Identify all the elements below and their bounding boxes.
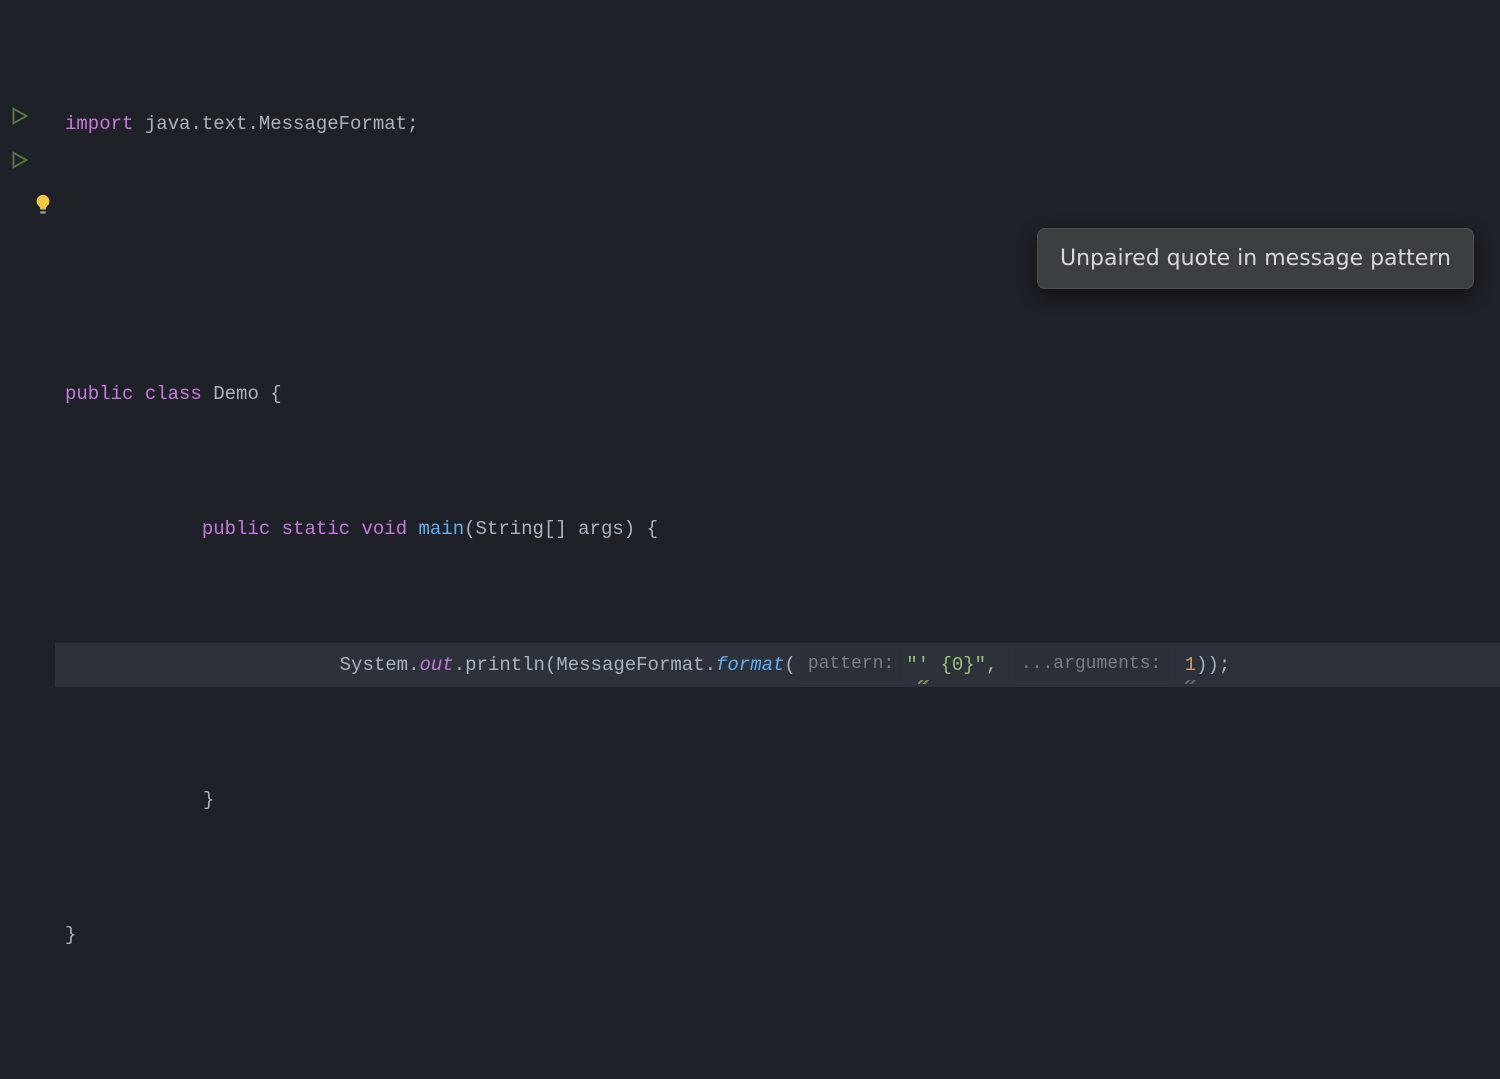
gutter-line-6 <box>0 231 55 275</box>
type-string: String <box>476 514 544 544</box>
inspection-tooltip[interactable]: Unpaired quote in message pattern <box>1037 228 1474 289</box>
field-out: out <box>419 650 453 680</box>
keyword-import: import <box>65 109 133 139</box>
run-icon[interactable] <box>8 149 30 181</box>
parameter-hint-arguments: ...arguments: <box>1013 648 1169 681</box>
string-literal-rest: {0}" <box>929 650 986 680</box>
code-line[interactable]: import java.text.MessageFormat; <box>55 102 1500 146</box>
gutter <box>0 0 55 600</box>
keyword-class: class <box>145 379 202 409</box>
class-messageformat: MessageFormat <box>556 650 704 680</box>
gutter-line-5[interactable] <box>0 187 55 231</box>
package-path: java.text.MessageFormat <box>133 109 407 139</box>
tooltip-text: Unpaired quote in message pattern <box>1060 246 1451 271</box>
gutter-line-4[interactable] <box>0 143 55 187</box>
gutter-line-1 <box>0 11 55 55</box>
semicolon: ; <box>407 109 418 139</box>
method-println: println <box>465 650 545 680</box>
gutter-line-2 <box>0 55 55 99</box>
keyword-static: static <box>282 514 350 544</box>
run-icon[interactable] <box>8 105 30 137</box>
code-line-active[interactable]: System.out.println(MessageFormat.format(… <box>55 643 1500 687</box>
brace-open: { <box>259 379 282 409</box>
code-line[interactable]: public class Demo { <box>55 373 1500 417</box>
parameter-hint-pattern: pattern: <box>800 648 902 681</box>
gutter-line-7 <box>0 275 55 319</box>
code-line[interactable]: } <box>55 913 1500 957</box>
code-line[interactable]: } <box>55 778 1500 822</box>
string-literal-unpaired-quote: ' <box>918 650 929 680</box>
keyword-public: public <box>202 514 270 544</box>
class-system: System <box>340 650 408 680</box>
method-main: main <box>419 514 465 544</box>
string-literal-open: " <box>906 650 917 680</box>
param-args: args <box>567 514 624 544</box>
code-editor[interactable]: import java.text.MessageFormat; public c… <box>0 0 1500 600</box>
brace-close: } <box>65 920 76 950</box>
lightbulb-icon[interactable] <box>32 193 54 225</box>
class-name: Demo <box>213 379 259 409</box>
gutter-line-3[interactable] <box>0 99 55 143</box>
method-format: format <box>716 650 784 680</box>
code-area[interactable]: import java.text.MessageFormat; public c… <box>55 0 1500 600</box>
number-literal: 1 <box>1185 650 1196 680</box>
keyword-void: void <box>361 514 407 544</box>
code-line[interactable]: public static void main(String[] args) { <box>55 508 1500 552</box>
keyword-public: public <box>65 379 133 409</box>
brace-open: { <box>635 514 658 544</box>
brace-close: } <box>203 785 214 815</box>
